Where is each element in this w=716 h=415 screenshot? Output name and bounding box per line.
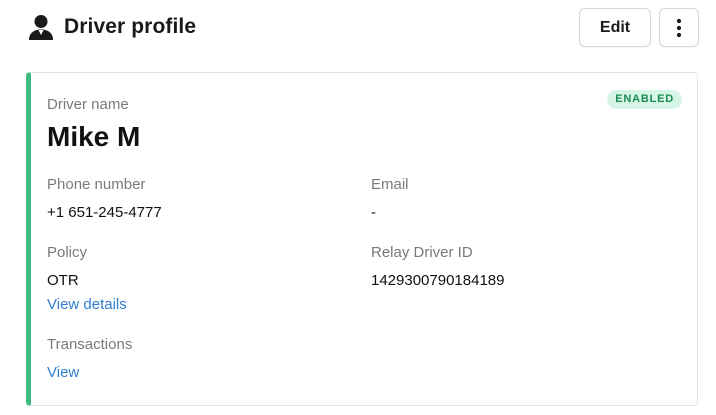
view-policy-details-link[interactable]: View details xyxy=(47,295,127,315)
driver-card: ENABLED Driver name Mike M Phone number … xyxy=(26,72,698,406)
phone-value: +1 651-245-4777 xyxy=(47,204,162,221)
driver-name-label: Driver name xyxy=(47,96,129,113)
more-options-button[interactable] xyxy=(659,8,699,47)
email-value: - xyxy=(371,204,376,221)
view-transactions-link[interactable]: View xyxy=(47,363,79,383)
edit-button[interactable]: Edit xyxy=(579,8,651,47)
relay-driver-id-label: Relay Driver ID xyxy=(371,244,473,261)
page-header: Driver profile Edit xyxy=(0,0,716,60)
transactions-label: Transactions xyxy=(47,336,133,353)
policy-value: OTR xyxy=(47,272,79,289)
page-title: Driver profile xyxy=(64,15,197,38)
driver-name: Mike M xyxy=(47,121,141,152)
status-badge: ENABLED xyxy=(607,90,682,109)
policy-label: Policy xyxy=(47,244,88,261)
email-label: Email xyxy=(371,176,409,193)
person-icon xyxy=(28,14,54,42)
driver-profile-page: Driver profile Edit ENABLED Driver name … xyxy=(0,0,716,415)
more-vertical-icon xyxy=(660,18,698,38)
relay-driver-id-value: 1429300790184189 xyxy=(371,272,505,289)
phone-label: Phone number xyxy=(47,176,146,193)
